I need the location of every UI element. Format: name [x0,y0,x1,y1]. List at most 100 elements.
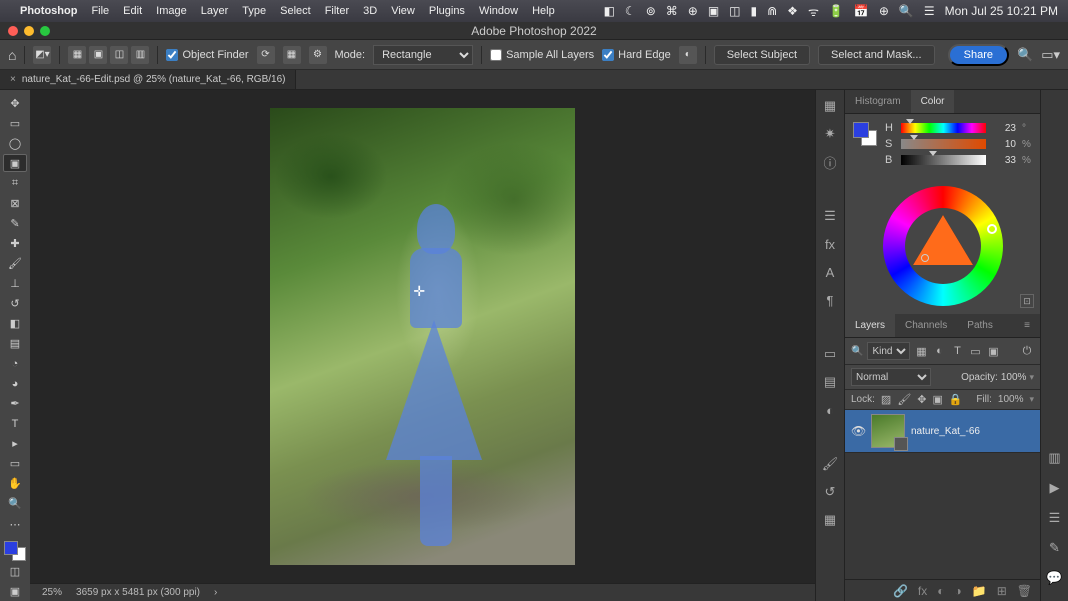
tab-color[interactable]: Color [911,90,955,113]
link-layers-icon[interactable]: 🔗 [893,584,908,598]
layer-thumbnail[interactable] [871,414,905,448]
tab-layers[interactable]: Layers [845,314,895,337]
filter-smart-icon[interactable]: ▣ [986,345,1000,358]
add-selection-icon[interactable]: ▣ [89,46,107,64]
menu-type[interactable]: Type [242,5,266,17]
object-selection-tool-icon[interactable]: ▣ [3,154,27,172]
status-disclosure-icon[interactable]: › [214,587,217,598]
pen-tool-icon[interactable]: ✒ [3,395,27,413]
close-tab-icon[interactable]: × [10,74,16,85]
status-icon[interactable]: ⊕ [879,4,889,18]
app-name[interactable]: Photoshop [20,5,77,17]
status-icon[interactable]: ▮ [751,4,758,18]
character-panel-icon[interactable]: A [820,262,840,282]
menu-window[interactable]: Window [479,5,518,17]
panel-menu-icon[interactable]: ≡ [1014,314,1040,337]
sat-bri-indicator[interactable] [921,254,929,262]
close-window-button[interactable] [8,26,18,36]
foreground-color[interactable] [4,541,18,555]
eraser-tool-icon[interactable]: ◧ [3,315,27,333]
shape-tool-icon[interactable]: ▭ [3,455,27,473]
document-tab[interactable]: × nature_Kat_-66-Edit.psd @ 25% (nature_… [0,70,296,89]
control-center-icon[interactable]: ☰ [924,4,935,18]
actions-play-icon[interactable]: ▶ [1050,480,1060,496]
search-icon[interactable]: 🔍 [1017,47,1033,63]
tab-channels[interactable]: Channels [895,314,957,337]
lock-all-icon[interactable]: 🔒 [949,393,963,406]
document-dimensions[interactable]: 3659 px x 5481 px (300 ppi) [76,587,200,598]
tab-histogram[interactable]: Histogram [845,90,911,113]
search-icon[interactable]: 🔍 [899,4,914,18]
menu-filter[interactable]: Filter [325,5,349,17]
status-icon[interactable]: ☾ [625,4,636,18]
intersect-selection-icon[interactable]: ▥ [131,46,149,64]
share-button[interactable]: Share [948,44,1009,66]
bri-value[interactable]: 33 [992,155,1016,166]
expand-color-icon[interactable]: ⊡ [1020,294,1034,308]
status-icon[interactable]: ⌘ [666,4,678,18]
status-icon[interactable]: ⊕ [688,4,698,18]
layer-visibility-icon[interactable]: 👁 [851,424,865,438]
lock-pixels-icon[interactable]: 🖌 [897,393,911,406]
hue-ring-indicator[interactable] [987,224,997,234]
lasso-tool-icon[interactable]: ◯ [3,134,27,152]
marquee-tool-icon[interactable]: ▭ [3,114,27,132]
fill-value[interactable]: 100% [998,394,1024,405]
canvas-viewport[interactable]: ✛ [30,90,815,583]
styles-panel-icon[interactable]: fx [820,234,840,254]
layer-mask-icon[interactable]: ◐ [937,584,944,598]
opacity-value[interactable]: 100% [1001,372,1027,383]
crop-tool-icon[interactable]: ⌗ [3,174,27,192]
history-panel-icon[interactable]: ↺ [820,482,840,502]
screen-mode-icon[interactable]: ▣ [3,583,27,601]
new-selection-icon[interactable]: ▦ [68,46,86,64]
menu-help[interactable]: Help [532,5,555,17]
brush-tool-icon[interactable]: 🖌 [3,254,27,272]
brightness-slider[interactable] [901,155,986,165]
menu-file[interactable]: File [91,5,109,17]
navigator-panel-icon[interactable]: ▦ [820,510,840,530]
document-canvas[interactable]: ✛ [270,108,575,565]
lock-transparency-icon[interactable]: ▨ [881,393,891,406]
menu-image[interactable]: Image [156,5,187,17]
sample-all-layers-checkbox[interactable] [490,49,502,61]
menu-plugins[interactable]: Plugins [429,5,465,17]
filter-toggle-icon[interactable]: ⏻ [1020,345,1034,358]
layer-style-icon[interactable]: fx [918,584,927,598]
move-tool-icon[interactable]: ✥ [3,94,27,112]
mask-icon[interactable]: ◐ [679,46,697,64]
eyedropper-tool-icon[interactable]: ✎ [3,214,27,232]
menu-edit[interactable]: Edit [123,5,142,17]
new-layer-icon[interactable]: ⊞ [997,584,1007,598]
status-icon[interactable]: ▣ [708,4,719,18]
layer-filter-kind[interactable]: Kind [867,342,910,360]
menu-select[interactable]: Select [280,5,311,17]
new-adjustment-icon[interactable]: ◑ [955,584,962,598]
tool-preset-icon[interactable]: ◩▾ [33,46,51,64]
saturation-slider[interactable] [901,139,986,149]
status-icon[interactable]: ⊚ [646,4,656,18]
gradients-panel-icon[interactable]: ✷ [820,124,840,144]
paragraph-panel-icon[interactable]: ¶ [820,290,840,310]
path-selection-tool-icon[interactable]: ▸ [3,435,27,453]
gear-icon[interactable]: ⚙ [309,46,327,64]
filter-shape-icon[interactable]: ▭ [968,345,982,358]
blend-mode-select[interactable]: Normal [851,368,931,386]
info-panel-icon[interactable]: ⓘ [820,152,840,172]
color-swatches[interactable] [4,541,26,561]
hard-edge-checkbox[interactable] [602,49,614,61]
status-icon[interactable]: ⋒ [767,4,777,18]
wifi-icon[interactable]: ᯤ [808,3,819,20]
brush-settings-icon[interactable]: ☰ [1049,510,1061,526]
panel-color-swatches[interactable] [853,122,877,146]
status-icon[interactable]: ❖ [787,4,798,18]
menubar-clock[interactable]: Mon Jul 25 10:21 PM [945,4,1058,18]
hue-slider[interactable] [901,123,986,133]
status-icon[interactable]: ◫ [729,4,740,18]
dodge-tool-icon[interactable]: ◕ [3,375,27,393]
delete-layer-icon[interactable]: 🗑 [1017,584,1032,598]
clone-source-icon[interactable]: ✎ [1049,540,1060,556]
blur-tool-icon[interactable]: ◔ [3,355,27,373]
tab-paths[interactable]: Paths [957,314,1003,337]
zoom-level[interactable]: 25% [42,587,62,598]
